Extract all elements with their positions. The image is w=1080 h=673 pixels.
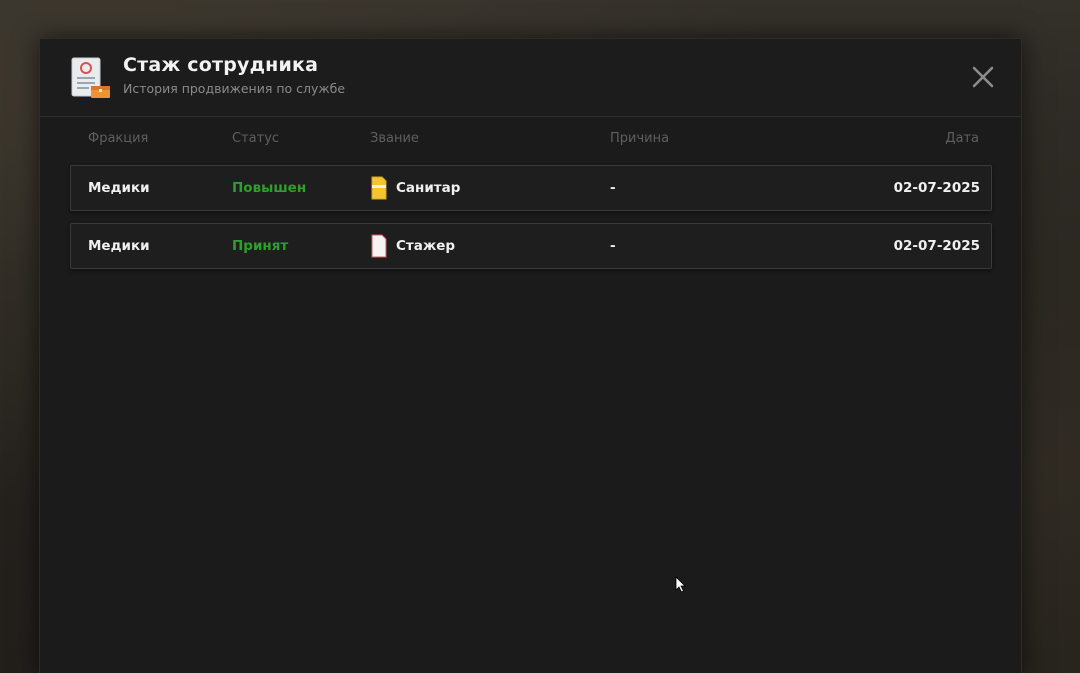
row-date: 02-07-2025 [893,238,980,254]
header-reason: Причина [610,131,670,146]
row-reason: - [610,238,616,254]
table-row: Медики Принят Стажер - 02-07-2025 [70,223,992,269]
row-rank-label: Санитар [396,180,461,196]
row-fraction: Медики [88,238,150,254]
yellow-document-icon [371,176,387,200]
white-document-icon [371,234,387,258]
row-fraction: Медики [88,180,150,196]
header-rank: Звание [370,131,419,146]
employee-tenure-modal: Стаж сотрудника История продвижения по с… [39,38,1022,673]
row-rank-label: Стажер [396,238,456,254]
row-rank: Санитар [370,176,460,200]
row-reason: - [610,180,616,196]
header-date: Дата [945,131,979,146]
table-header: Фракция Статус Звание Причина Дата [70,131,991,151]
row-rank: Стажер [370,234,455,258]
row-status: Повышен [232,180,307,196]
modal-header: Стаж сотрудника История продвижения по с… [40,39,1021,117]
row-status: Принят [232,238,289,254]
modal-subtitle: История продвижения по службе [123,81,346,96]
modal-title: Стаж сотрудника [123,54,319,76]
close-icon[interactable] [971,65,995,89]
row-date: 02-07-2025 [893,180,980,196]
certificate-icon [71,57,110,98]
table-row: Медики Повышен Санитар - 02-07-2025 [70,165,992,211]
mouse-cursor-icon [675,576,686,593]
header-status: Статус [232,131,280,146]
header-fraction: Фракция [88,131,149,146]
